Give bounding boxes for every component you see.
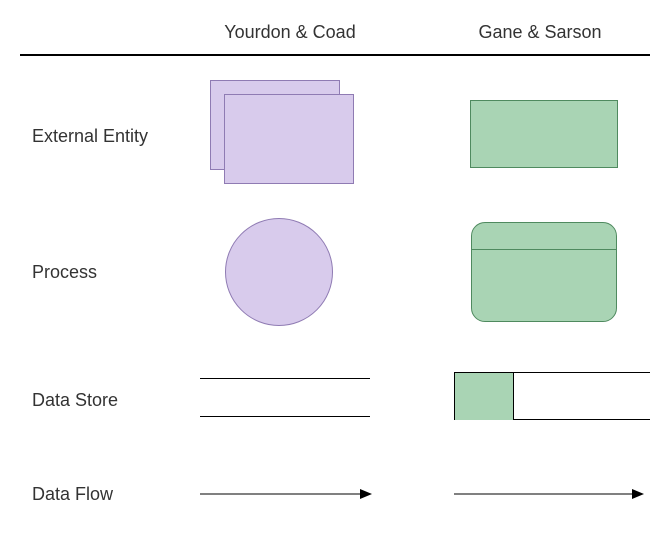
gane-data-store-left-compartment-icon	[455, 373, 514, 420]
row-label-data-store: Data Store	[32, 390, 118, 411]
gane-process-divider-line-icon	[472, 249, 616, 250]
column-header-yourdon-coad: Yourdon & Coad	[210, 22, 370, 43]
row-label-data-flow: Data Flow	[32, 484, 113, 505]
yourdon-data-store-top-line-icon	[200, 378, 370, 379]
dfd-notation-comparison: Yourdon & Coad Gane & Sarson External En…	[0, 0, 669, 544]
yourdon-process-circle-icon	[225, 218, 333, 326]
gane-external-entity-rect-icon	[470, 100, 618, 168]
header-divider-line	[20, 54, 650, 56]
row-label-process: Process	[32, 262, 97, 283]
column-header-gane-sarson: Gane & Sarson	[460, 22, 620, 43]
gane-data-store-icon	[454, 372, 650, 420]
gane-data-flow-arrow-icon	[454, 486, 644, 502]
yourdon-external-entity-front-rect-icon	[224, 94, 354, 184]
row-label-external-entity: External Entity	[32, 126, 148, 147]
gane-process-rounded-rect-icon	[471, 222, 617, 322]
yourdon-data-store-bottom-line-icon	[200, 416, 370, 417]
yourdon-data-flow-arrow-icon	[200, 486, 372, 502]
